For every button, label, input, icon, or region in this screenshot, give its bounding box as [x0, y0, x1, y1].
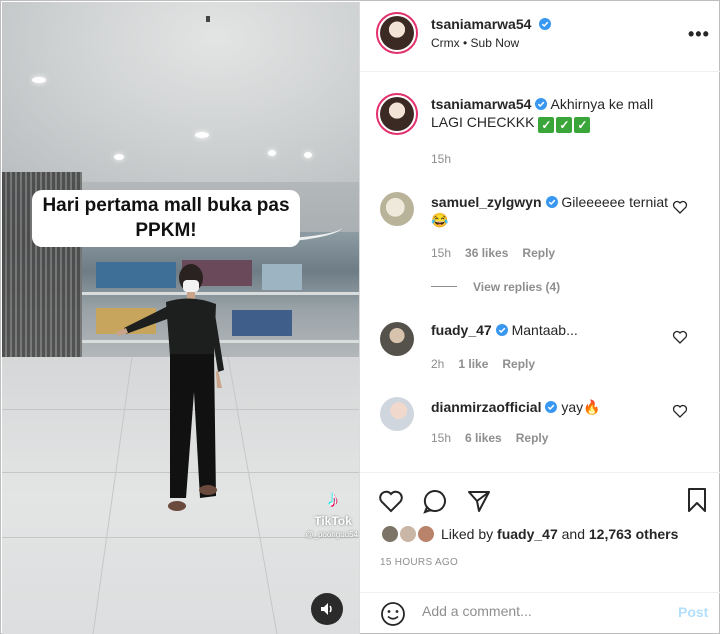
ceiling-light — [32, 77, 46, 83]
caption-author-avatar[interactable] — [376, 93, 418, 135]
share-icon[interactable] — [466, 488, 492, 514]
post-caption: tsaniamarwa54 Akhirnya ke mall LAGI CHEC… — [431, 95, 681, 133]
ceiling-light — [114, 154, 124, 160]
tiktok-watermark: TikTok — [314, 514, 352, 528]
replies-divider — [431, 286, 457, 287]
post-sidebar: tsaniamarwa54 Crmx • Sub Now ••• tsaniam… — [359, 2, 720, 634]
liker-avatar — [416, 524, 436, 544]
check-mark-emoji: ✓ — [556, 117, 573, 133]
instagram-post-window: Hari pertama mall buka pas PPKM! ♪ TikTo… — [0, 0, 720, 634]
tiktok-icon: ♪ — [327, 486, 339, 511]
volume-button[interactable] — [311, 593, 343, 625]
likes-prefix: Liked by — [441, 526, 494, 542]
comment-likes[interactable]: 1 like — [458, 357, 488, 371]
liker-avatar — [380, 524, 400, 544]
comment-composer: Post — [360, 592, 720, 634]
heart-icon[interactable] — [672, 199, 688, 215]
likes-connector: and — [561, 526, 585, 542]
comment-likes[interactable]: 36 likes — [465, 246, 508, 260]
check-mark-emoji: ✓ — [574, 117, 591, 133]
verified-icon — [545, 401, 558, 413]
comment-likes[interactable]: 6 likes — [465, 431, 502, 445]
comment-meta: 15h 6 likes Reply — [431, 431, 562, 445]
reply-button[interactable]: Reply — [516, 431, 549, 445]
comment-meta: 2h 1 like Reply — [431, 357, 549, 371]
ceiling-fixture — [206, 16, 210, 22]
ceiling-light — [195, 132, 209, 138]
video-caption: Hari pertama mall buka pas PPKM! — [32, 190, 300, 247]
avatar-photo — [380, 16, 414, 50]
post-comment-button[interactable]: Post — [678, 604, 708, 620]
comment-username[interactable]: dianmirzaofficial — [431, 399, 541, 415]
ceiling-light — [304, 152, 312, 158]
heart-icon[interactable] — [378, 488, 404, 514]
heart-icon[interactable] — [672, 403, 688, 419]
author-avatar[interactable] — [376, 12, 418, 54]
verified-icon — [539, 18, 552, 30]
commenter-avatar[interactable] — [380, 397, 414, 431]
comment-time: 2h — [431, 357, 445, 371]
comment-username[interactable]: samuel_zylgwyn — [431, 194, 542, 210]
likes-others[interactable]: 12,763 others — [589, 526, 679, 542]
comment-input[interactable] — [422, 603, 662, 619]
reply-button[interactable]: Reply — [522, 246, 555, 260]
post-video[interactable]: Hari pertama mall buka pas PPKM! ♪ TikTo… — [2, 2, 359, 634]
comment-text: Mantaab... — [511, 322, 578, 338]
commenter-avatar[interactable] — [380, 192, 414, 226]
view-replies-button[interactable]: View replies (4) — [431, 280, 560, 294]
verified-icon — [545, 196, 558, 208]
check-mark-emoji: ✓ — [538, 117, 555, 133]
commenter-avatar[interactable] — [380, 322, 414, 356]
more-icon[interactable]: ••• — [688, 24, 710, 45]
caption-line: PPKM! — [135, 220, 197, 241]
caption-time: 15h — [431, 152, 452, 166]
verified-icon — [535, 98, 548, 110]
likes-summary[interactable]: Liked by fuady_47 and 12,763 others — [441, 526, 678, 542]
author-name-row: tsaniamarwa54 — [431, 16, 552, 32]
post-timestamp: 15 HOURS AGO — [380, 557, 459, 568]
avatar-photo — [380, 97, 414, 131]
comment-icon[interactable] — [422, 488, 448, 514]
reply-button[interactable]: Reply — [502, 357, 535, 371]
comment: fuady_47 Mantaab... — [431, 321, 671, 339]
person-figure — [116, 264, 224, 511]
comment-username[interactable]: fuady_47 — [431, 322, 492, 338]
ceiling-light — [268, 150, 276, 156]
comment: dianmirzaofficial yay🔥 — [431, 398, 671, 416]
post-header: tsaniamarwa54 Crmx • Sub Now ••• — [360, 2, 720, 72]
comment: samuel_zylgwyn Gileeeeee terniat😂 — [431, 193, 671, 229]
caption-username[interactable]: tsaniamarwa54 — [431, 96, 531, 112]
floor-line — [227, 357, 278, 634]
tiktok-handle: @_poohguu54 — [305, 530, 358, 539]
store-front — [262, 264, 302, 290]
liker-avatar — [398, 524, 418, 544]
comment-text: yay🔥 — [561, 399, 601, 415]
store-front — [232, 310, 292, 336]
comment-time: 15h — [431, 246, 452, 260]
comment-time: 15h — [431, 431, 452, 445]
bookmark-icon[interactable] — [684, 487, 710, 513]
comment-meta: 15h 36 likes Reply — [431, 246, 569, 260]
author-username[interactable]: tsaniamarwa54 — [431, 16, 531, 32]
heart-icon[interactable] — [672, 329, 688, 345]
audio-subtitle[interactable]: Crmx • Sub Now — [431, 36, 519, 50]
view-replies-label: View replies (4) — [473, 280, 561, 294]
volume-icon — [321, 603, 332, 615]
caption-line: Hari pertama mall buka pas — [42, 195, 290, 216]
verified-icon — [495, 324, 508, 336]
likes-user[interactable]: fuady_47 — [497, 526, 558, 542]
post-actions: Liked by fuady_47 and 12,763 others 15 H… — [360, 472, 720, 592]
emoji-icon[interactable] — [380, 601, 406, 627]
